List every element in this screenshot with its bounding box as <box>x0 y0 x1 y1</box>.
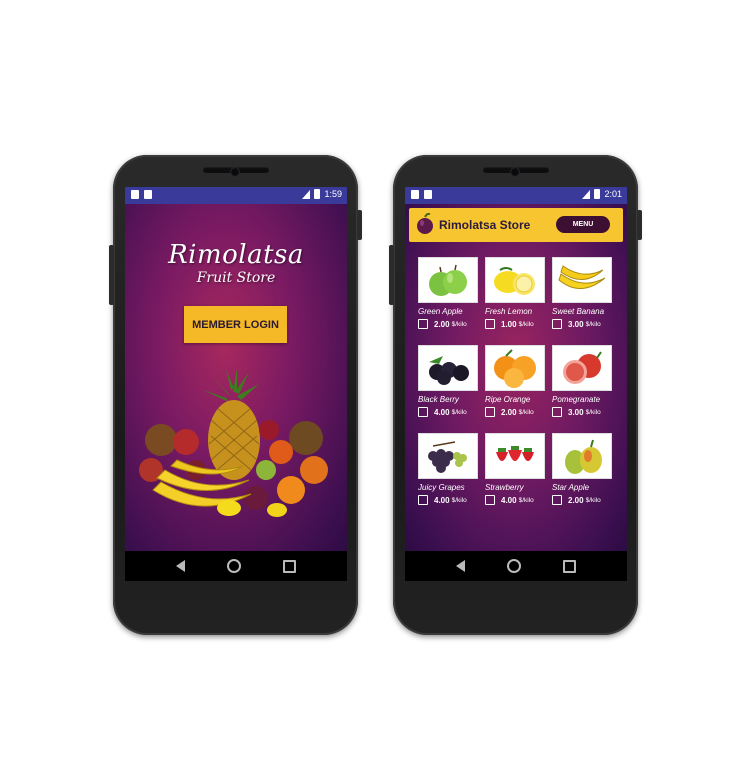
product-card[interactable]: Pomegranate 3.00 $/kilo <box>552 345 614 417</box>
green-apple-image <box>418 257 478 303</box>
side-button <box>637 210 642 240</box>
status-time: 2:01 <box>604 189 622 199</box>
store-logo-subtitle: Fruit Store <box>196 270 276 286</box>
select-checkbox[interactable] <box>552 495 562 505</box>
battery-icon <box>314 189 321 199</box>
price-unit: $/kilo <box>585 320 601 328</box>
product-price: 3.00 <box>568 319 584 329</box>
product-card[interactable]: Star Apple 2.00 $/kilo <box>552 433 614 505</box>
star-apple-image <box>552 433 612 479</box>
product-name: Green Apple <box>418 307 463 316</box>
product-price: 3.00 <box>568 407 584 417</box>
product-price: 4.00 <box>434 407 450 417</box>
login-background: Rimolatsa Fruit Store MEMBER LOGIN <box>125 204 347 551</box>
price-unit: $/kilo <box>518 320 534 328</box>
notification-icon <box>424 190 432 199</box>
store-header: Rimolatsa Store MENU <box>409 208 623 242</box>
store-logo-title: Rimolatsa <box>168 240 304 270</box>
select-checkbox[interactable] <box>418 319 428 329</box>
phone-left: 1:59 Rimolatsa Fruit Store MEMBER LOGIN <box>109 155 362 635</box>
back-icon[interactable] <box>456 560 465 572</box>
product-price: 2.00 <box>568 495 584 505</box>
price-unit: $/kilo <box>585 408 601 416</box>
product-card[interactable]: Black Berry 4.00 $/kilo <box>418 345 480 417</box>
price-unit: $/kilo <box>451 496 467 504</box>
orange-image <box>485 345 545 391</box>
product-name: Pomegranate <box>552 395 601 404</box>
front-camera <box>510 167 520 177</box>
strawberry-image <box>485 433 545 479</box>
select-checkbox[interactable] <box>552 319 562 329</box>
product-card[interactable]: Ripe Orange 2.00 $/kilo <box>485 345 547 417</box>
recent-apps-icon[interactable] <box>563 559 576 573</box>
android-nav-bar <box>125 551 347 581</box>
plum-logo-icon <box>417 213 433 234</box>
back-icon[interactable] <box>176 560 185 572</box>
product-card[interactable]: Sweet Banana 3.00 $/kilo <box>552 257 614 329</box>
product-price: 2.00 <box>434 319 450 329</box>
product-name: Black Berry <box>418 395 459 404</box>
menu-button[interactable]: MENU <box>556 216 610 233</box>
select-checkbox[interactable] <box>552 407 562 417</box>
lemon-image <box>485 257 545 303</box>
product-name: Sweet Banana <box>552 307 605 316</box>
status-time: 1:59 <box>324 189 342 199</box>
screen-login: 1:59 Rimolatsa Fruit Store MEMBER LOGIN <box>125 187 347 581</box>
product-card[interactable]: Strawberry 4.00 $/kilo <box>485 433 547 505</box>
product-name: Juicy Grapes <box>418 483 465 492</box>
signal-icon <box>582 189 591 199</box>
store-title: Rimolatsa Store <box>439 218 531 232</box>
product-card[interactable]: Juicy Grapes 4.00 $/kilo <box>418 433 480 505</box>
home-icon[interactable] <box>507 559 521 573</box>
blackberry-image <box>418 345 478 391</box>
side-button <box>357 210 362 240</box>
status-bar: 1:59 <box>125 187 347 204</box>
product-card[interactable]: Fresh Lemon 1.00 $/kilo <box>485 257 547 329</box>
status-bar: 2:01 <box>405 187 627 204</box>
select-checkbox[interactable] <box>485 319 495 329</box>
home-icon[interactable] <box>227 559 241 573</box>
battery-icon <box>594 189 601 199</box>
signal-icon <box>302 189 311 199</box>
grapes-image <box>418 433 478 479</box>
notification-icon <box>411 190 419 199</box>
fruit-pile-image <box>139 370 328 517</box>
side-button <box>389 245 394 305</box>
banana-image <box>552 257 612 303</box>
product-card[interactable]: Green Apple 2.00 $/kilo <box>418 257 480 329</box>
product-name: Strawberry <box>485 483 524 492</box>
product-price: 1.00 <box>501 319 517 329</box>
pomegranate-image <box>552 345 612 391</box>
product-price: 4.00 <box>434 495 450 505</box>
price-unit: $/kilo <box>451 408 467 416</box>
screen-store: 2:01 Rimolatsa Store MENU Green Apple 2.… <box>405 187 627 581</box>
select-checkbox[interactable] <box>418 407 428 417</box>
select-checkbox[interactable] <box>418 495 428 505</box>
notification-icon <box>144 190 152 199</box>
price-unit: $/kilo <box>518 408 534 416</box>
select-checkbox[interactable] <box>485 495 495 505</box>
notification-icon <box>131 190 139 199</box>
product-price: 2.00 <box>501 407 517 417</box>
product-price: 4.00 <box>501 495 517 505</box>
front-camera <box>230 167 240 177</box>
side-button <box>109 245 114 305</box>
product-name: Star Apple <box>552 483 590 492</box>
price-unit: $/kilo <box>451 320 467 328</box>
select-checkbox[interactable] <box>485 407 495 417</box>
android-nav-bar <box>405 551 627 581</box>
product-name: Fresh Lemon <box>485 307 533 316</box>
price-unit: $/kilo <box>518 496 534 504</box>
product-name: Ripe Orange <box>485 395 531 404</box>
member-login-button[interactable]: MEMBER LOGIN <box>184 306 287 343</box>
phone-right: 2:01 Rimolatsa Store MENU Green Apple 2.… <box>389 155 642 635</box>
recent-apps-icon[interactable] <box>283 559 296 573</box>
price-unit: $/kilo <box>585 496 601 504</box>
